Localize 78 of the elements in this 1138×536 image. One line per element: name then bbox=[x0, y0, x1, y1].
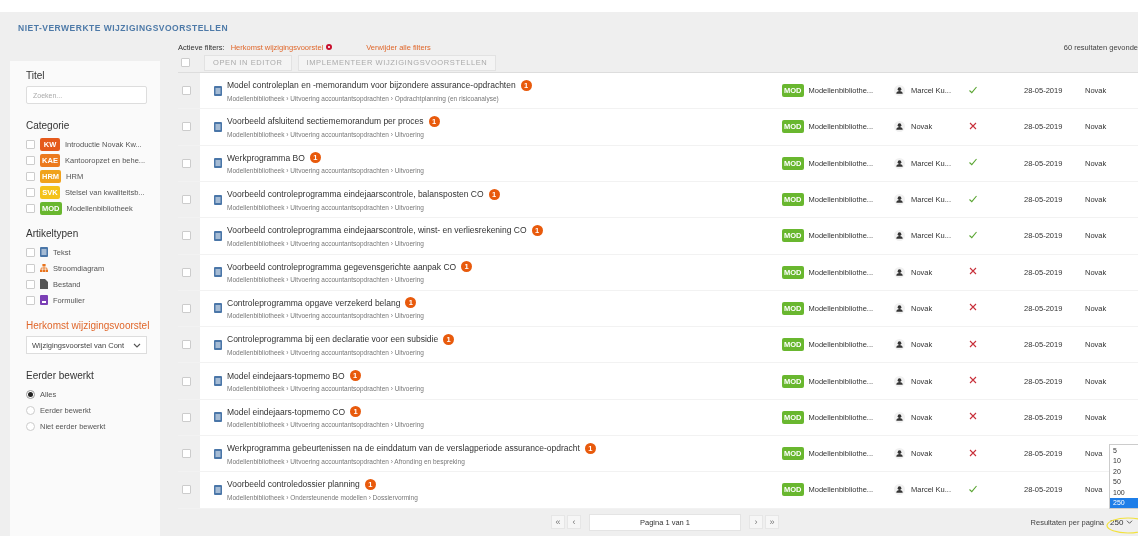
chevron-down-icon bbox=[133, 341, 141, 349]
item-title[interactable]: Voorbeeld controleprogramma eindejaarscontrole, balansposten CO bbox=[227, 189, 484, 200]
document-icon bbox=[214, 267, 222, 278]
radio-button[interactable] bbox=[26, 421, 35, 431]
user-icon bbox=[894, 484, 905, 496]
checkbox[interactable] bbox=[182, 340, 191, 350]
item-title[interactable]: Model eindejaars-topmemo CO bbox=[227, 406, 346, 417]
document-icon bbox=[214, 85, 222, 96]
document-icon bbox=[214, 158, 222, 169]
document-icon bbox=[214, 412, 222, 423]
item-title[interactable]: Controleprogramma opgave verzekerd belang bbox=[227, 297, 401, 308]
item-title[interactable]: Werkprogramma gebeurtenissen na de einddatum van de verslagperiode assurance-opdracht bbox=[227, 443, 580, 454]
user-icon bbox=[894, 339, 905, 351]
file-icon bbox=[40, 279, 48, 289]
checkbox[interactable] bbox=[26, 155, 35, 165]
checkbox[interactable] bbox=[26, 247, 35, 257]
user-icon bbox=[894, 230, 905, 242]
document-icon bbox=[214, 448, 222, 459]
checkbox[interactable] bbox=[26, 171, 35, 181]
checkbox[interactable] bbox=[182, 303, 191, 313]
checkbox[interactable] bbox=[182, 267, 191, 277]
document-icon bbox=[214, 303, 222, 314]
document-icon bbox=[214, 376, 222, 387]
item-title[interactable]: Voorbeeld afsluitend sectiememorandum per proces bbox=[227, 116, 424, 127]
user-icon bbox=[894, 302, 905, 314]
radio-button[interactable] bbox=[26, 389, 35, 399]
next-page-button[interactable]: › bbox=[749, 515, 763, 530]
checkbox[interactable] bbox=[182, 158, 191, 168]
document-icon bbox=[214, 339, 222, 350]
checkbox[interactable] bbox=[182, 485, 191, 495]
checkbox[interactable] bbox=[182, 449, 191, 459]
remove-icon[interactable] bbox=[326, 44, 333, 51]
item-title[interactable]: Voorbeeld controledossier planning bbox=[227, 479, 360, 490]
user-icon bbox=[894, 157, 905, 169]
item-title[interactable]: Voorbeeld controleprogramma eindejaarscontrole, winst- en verliesrekening CO bbox=[227, 225, 527, 236]
item-title[interactable]: Werkprogramma BO bbox=[227, 152, 305, 163]
checkbox[interactable] bbox=[26, 279, 35, 289]
user-icon bbox=[894, 85, 905, 97]
user-icon bbox=[894, 448, 905, 460]
item-title[interactable]: Model eindejaars-topmemo BO bbox=[227, 370, 345, 381]
filter-heading: Titel bbox=[26, 70, 46, 81]
flowchart-icon bbox=[40, 263, 48, 273]
radio-button[interactable] bbox=[26, 405, 35, 415]
filter-heading: Herkomst wijzigingsvoorstel bbox=[26, 320, 151, 331]
page-title: NIET-VERWERKTE WIJZIGINGSVOORSTELLEN bbox=[17, 22, 230, 35]
filter-heading: Eerder bewerkt bbox=[26, 370, 95, 381]
document-icon bbox=[214, 484, 222, 495]
checkbox[interactable] bbox=[26, 295, 35, 305]
checkbox[interactable] bbox=[182, 86, 191, 96]
filter-heading: Artikeltypen bbox=[26, 228, 80, 239]
checkbox[interactable] bbox=[182, 231, 191, 241]
checkbox[interactable] bbox=[182, 412, 191, 422]
item-title[interactable]: Controleprogramma bij een declaratie voor een subsidie bbox=[227, 334, 439, 345]
user-icon bbox=[894, 194, 905, 206]
filter-heading: Categorie bbox=[26, 120, 71, 131]
document-icon bbox=[214, 122, 222, 132]
checkbox[interactable] bbox=[182, 122, 191, 132]
chevron-down-icon bbox=[1126, 519, 1134, 526]
item-title[interactable]: Model controleplan en -memorandum voor bijzondere assurance-opdrachten bbox=[227, 80, 516, 91]
form-icon bbox=[40, 295, 48, 305]
checkbox[interactable] bbox=[26, 263, 35, 273]
user-icon bbox=[894, 266, 905, 278]
last-page-button[interactable]: » bbox=[765, 515, 779, 530]
checkbox[interactable] bbox=[26, 203, 35, 213]
document-icon bbox=[40, 247, 48, 257]
previous-page-button[interactable]: ‹ bbox=[567, 515, 581, 530]
item-title[interactable]: Voorbeeld controleprogramma gegevensgerichte aanpak CO bbox=[227, 261, 457, 272]
user-icon bbox=[894, 411, 905, 423]
checkbox[interactable] bbox=[182, 195, 191, 205]
user-icon bbox=[894, 121, 905, 133]
document-icon bbox=[214, 194, 222, 205]
first-page-button[interactable]: « bbox=[551, 515, 565, 530]
checkbox[interactable] bbox=[181, 58, 190, 68]
checkbox[interactable] bbox=[26, 139, 35, 149]
checkbox[interactable] bbox=[26, 187, 35, 197]
user-icon bbox=[894, 375, 905, 387]
checkbox[interactable] bbox=[182, 376, 191, 386]
document-icon bbox=[214, 230, 222, 241]
